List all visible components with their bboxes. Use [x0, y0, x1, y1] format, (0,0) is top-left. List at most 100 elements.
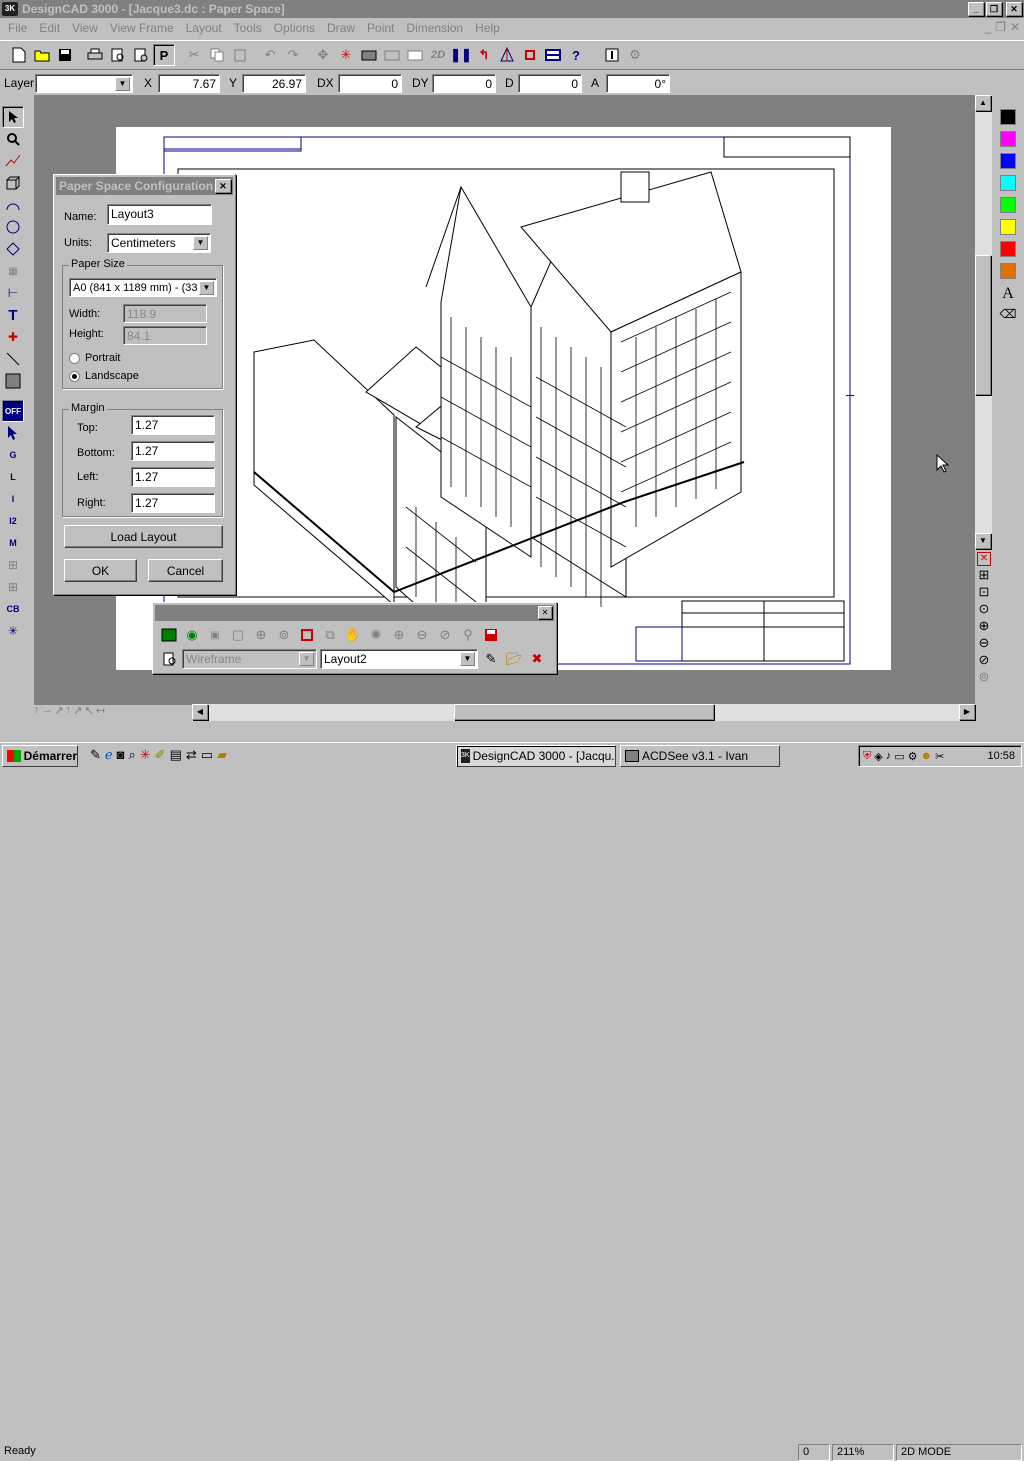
- explode-icon[interactable]: ✳: [335, 44, 357, 66]
- menu-file[interactable]: File: [2, 19, 33, 37]
- tray-tool-icon[interactable]: ✂: [935, 750, 944, 763]
- paper-size-dropdown[interactable]: A0 (841 x 1189 mm) - (33 ▼: [69, 278, 217, 297]
- camera-icon[interactable]: ▣: [205, 625, 225, 645]
- grid-snap-icon[interactable]: ⊞: [2, 576, 24, 598]
- snap-cb-icon[interactable]: CB: [2, 598, 24, 620]
- move-icon[interactable]: ✥: [312, 44, 334, 66]
- dimension-icon[interactable]: ⊢: [2, 282, 24, 304]
- nav-arrow-left-icon[interactable]: ↤: [96, 704, 105, 720]
- frame-icon[interactable]: ▢: [228, 625, 248, 645]
- height-input[interactable]: 84.1: [123, 326, 207, 345]
- scroll-up-button[interactable]: ▲: [975, 95, 991, 111]
- zoom-extents-icon[interactable]: ⊕: [251, 625, 271, 645]
- arc-icon[interactable]: [2, 194, 24, 216]
- color-swatch-yellow[interactable]: [1000, 219, 1016, 235]
- zoom-in-frame-icon[interactable]: ⊕: [389, 625, 409, 645]
- zoom-out-icon[interactable]: ⊖: [979, 635, 990, 651]
- paste-icon[interactable]: [229, 44, 251, 66]
- browser-launch-icon[interactable]: ℯ: [105, 747, 113, 763]
- layer-icon[interactable]: [542, 44, 564, 66]
- layout-dropdown[interactable]: Layout2 ▼: [320, 649, 478, 669]
- menu-edit[interactable]: Edit: [33, 19, 66, 37]
- tool-launch-icon[interactable]: ✳: [140, 747, 151, 763]
- mdi-close-button[interactable]: ✕: [1010, 20, 1020, 34]
- link-icon[interactable]: ⚲: [458, 625, 478, 645]
- render-icon[interactable]: [358, 44, 380, 66]
- paint-launch-icon[interactable]: ✐: [155, 747, 166, 763]
- zoom-icon[interactable]: [2, 128, 24, 150]
- margin-right-input[interactable]: 1.27: [131, 493, 215, 513]
- menu-help[interactable]: Help: [469, 19, 506, 37]
- save-icon[interactable]: [54, 44, 76, 66]
- text-tool-icon[interactable]: A: [994, 285, 1022, 303]
- point-icon[interactable]: ✚: [2, 326, 24, 348]
- margin-left-input[interactable]: 1.27: [131, 467, 215, 487]
- vertical-scrollbar[interactable]: ▲ ▼: [975, 95, 992, 550]
- save-frame-icon[interactable]: [481, 625, 501, 645]
- delete-layout-icon[interactable]: ✖: [527, 649, 547, 669]
- globe-icon[interactable]: ◉: [182, 625, 202, 645]
- scroll-down-button[interactable]: ▼: [975, 533, 991, 549]
- chevron-down-icon[interactable]: ▼: [199, 281, 214, 295]
- scroll-right-button[interactable]: ▶: [959, 704, 975, 720]
- edit-launch-icon[interactable]: ✎: [90, 747, 101, 763]
- zoom-dynamic-icon[interactable]: ⊚: [979, 669, 990, 685]
- color-swatch-cyan[interactable]: [1000, 175, 1016, 191]
- paper-space-icon[interactable]: P: [153, 44, 175, 66]
- zoom-out-frame-icon[interactable]: ⊖: [412, 625, 432, 645]
- select-snap-icon[interactable]: [2, 422, 24, 444]
- page-preview-icon[interactable]: [130, 44, 152, 66]
- color-swatch-magenta[interactable]: [1000, 131, 1016, 147]
- layer-dropdown[interactable]: ▼: [35, 74, 133, 93]
- pan-hand-icon[interactable]: ✋: [343, 625, 363, 645]
- zoom-window-icon[interactable]: ⊡: [979, 584, 990, 600]
- chevron-down-icon[interactable]: ▼: [460, 652, 475, 666]
- minimize-button[interactable]: _: [968, 2, 984, 16]
- line-icon[interactable]: [2, 348, 24, 370]
- edit-layout-icon[interactable]: ✎: [481, 649, 501, 669]
- off-toggle[interactable]: OFF: [2, 400, 24, 422]
- units-dropdown[interactable]: Centimeters ▼: [107, 233, 211, 253]
- open-layout-icon[interactable]: 📂︎: [504, 649, 524, 669]
- map-view-icon[interactable]: [159, 625, 179, 645]
- dy-field[interactable]: 0: [432, 74, 496, 93]
- network-launch-icon[interactable]: ⇄: [186, 747, 197, 763]
- monitor-launch-icon[interactable]: ▭: [201, 747, 213, 763]
- zoom-previous-frame-icon[interactable]: ⊘: [435, 625, 455, 645]
- scroll-thumb-horizontal[interactable]: [454, 704, 714, 720]
- new-file-icon[interactable]: [8, 44, 30, 66]
- arrow-icon[interactable]: ↰: [473, 44, 495, 66]
- taskbar-designcad[interactable]: 3K DesignCAD 3000 - [Jacqu...: [456, 745, 616, 767]
- folder-launch-icon[interactable]: ▰: [217, 747, 227, 763]
- menu-dimension[interactable]: Dimension: [400, 19, 469, 37]
- app-icon[interactable]: 3K: [2, 2, 18, 16]
- tray-smiley-icon[interactable]: ☻: [921, 750, 933, 762]
- snap-icon[interactable]: [519, 44, 541, 66]
- menu-view[interactable]: View: [66, 19, 104, 37]
- help-icon[interactable]: ?: [565, 44, 587, 66]
- settings-icon[interactable]: ⚙: [624, 44, 646, 66]
- ok-button[interactable]: OK: [64, 559, 137, 582]
- print-icon[interactable]: [84, 44, 106, 66]
- snap-i-icon[interactable]: I: [2, 488, 24, 510]
- menu-point[interactable]: Point: [361, 19, 400, 37]
- restore-button[interactable]: ❐: [986, 2, 1002, 16]
- menu-layout[interactable]: Layout: [180, 19, 228, 37]
- diamond-icon[interactable]: [2, 238, 24, 260]
- nav-arrow-right-icon[interactable]: →: [42, 704, 53, 720]
- print-preview-icon[interactable]: [107, 44, 129, 66]
- scroll-thumb-vertical[interactable]: [975, 255, 991, 395]
- portrait-radio[interactable]: Portrait: [69, 352, 120, 364]
- snap-m-icon[interactable]: M: [2, 532, 24, 554]
- fill-icon[interactable]: [2, 370, 24, 392]
- tray-gear-icon[interactable]: ⚙: [908, 750, 918, 763]
- zoom-window-icon[interactable]: ⊚: [274, 625, 294, 645]
- chevron-down-icon[interactable]: ▼: [299, 652, 314, 666]
- color-swatch-blue[interactable]: [1000, 153, 1016, 169]
- snap-i2-icon[interactable]: I2: [2, 510, 24, 532]
- view-mode-dropdown[interactable]: Wireframe ▼: [182, 649, 317, 669]
- box-icon[interactable]: [2, 172, 24, 194]
- hatch-icon[interactable]: [404, 44, 426, 66]
- fit-frame-icon[interactable]: [297, 625, 317, 645]
- copy-icon[interactable]: [206, 44, 228, 66]
